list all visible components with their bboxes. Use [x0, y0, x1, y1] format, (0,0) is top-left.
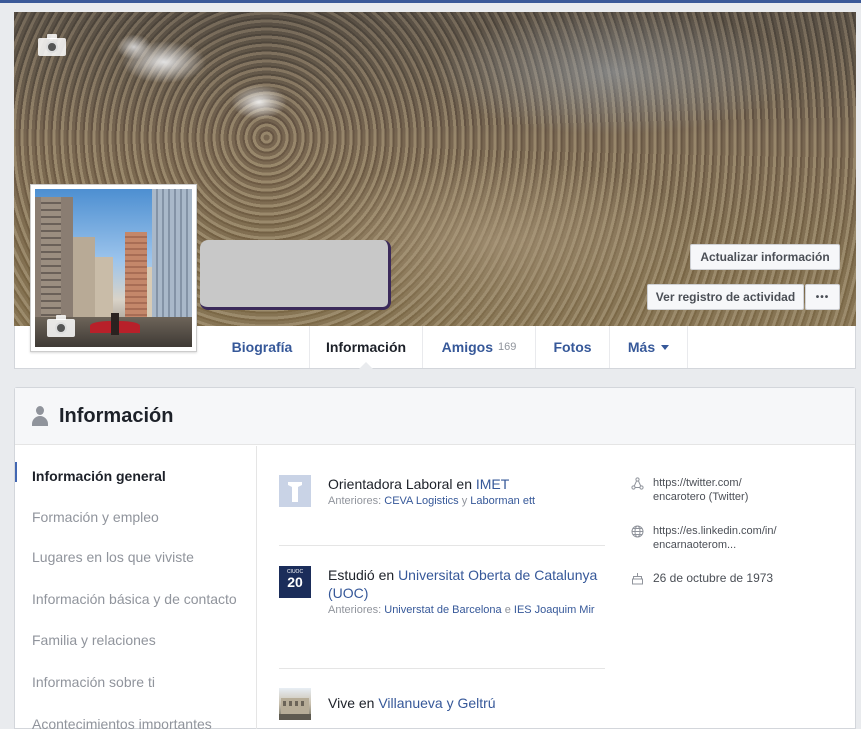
tab-more[interactable]: Más [610, 326, 688, 368]
profile-picture[interactable] [30, 184, 197, 352]
about-sections-nav: Información general Formación y empleo L… [15, 446, 257, 729]
section-family-relationships[interactable]: Familia y relaciones [32, 632, 156, 648]
education-prefix: Estudió en [328, 567, 399, 583]
divider [279, 545, 605, 546]
linkedin-url[interactable]: https://es.linkedin.com/in/ [653, 524, 843, 538]
about-panel: Información Información general Formació… [14, 387, 856, 729]
active-tab-indicator [359, 362, 373, 369]
work-prefix: Orientadora Laboral en [328, 476, 476, 492]
section-contact-basic-info[interactable]: Información básica y de contacto [32, 591, 237, 607]
lives-prefix: Vive en [328, 695, 379, 711]
tab-about-label: Información [325, 339, 407, 355]
city-photo-icon [279, 688, 311, 720]
tab-timeline-label: Biografía [231, 339, 293, 355]
panel-title: Información [59, 404, 174, 427]
previous-school-2-link[interactable]: IES Joaquim Mir [514, 604, 595, 616]
tab-friends[interactable]: Amigos 169 [423, 326, 536, 368]
education-previous-prefix: Anteriores: [328, 604, 385, 616]
friends-count: 169 [497, 341, 517, 353]
about-panel-header: Información [15, 388, 855, 445]
update-info-button[interactable]: Actualizar información [690, 244, 840, 270]
birthday-date: 26 de octubre de 1973 [653, 571, 774, 585]
education-previous-sep: e [501, 604, 514, 616]
section-work-education[interactable]: Formación y empleo [32, 509, 159, 525]
briefcase-icon [279, 475, 311, 507]
top-border [0, 0, 861, 3]
uoc-logo-icon: CIUOC 20 [279, 566, 311, 598]
tab-photos-label: Fotos [553, 339, 592, 355]
city-link[interactable]: Villanueva y Geltrú [378, 695, 495, 711]
share-icon [631, 477, 644, 490]
activity-log-button[interactable]: Ver registro de actividad [647, 284, 804, 310]
work-previous-sep: y [458, 495, 471, 507]
divider [279, 668, 605, 669]
previous-school-1-link[interactable]: Universtat de Barcelona [384, 604, 501, 616]
profile-name-redacted [200, 240, 391, 310]
tab-more-label: Más [627, 339, 656, 355]
twitter-url[interactable]: https://twitter.com/ [653, 476, 843, 490]
section-places-lived[interactable]: Lugares en los que viviste [32, 549, 194, 565]
twitter-suffix: (Twitter) [705, 491, 749, 503]
tab-friends-label: Amigos [441, 339, 493, 355]
section-overview[interactable]: Información general [32, 468, 166, 484]
more-options-button[interactable]: ••• [805, 284, 840, 310]
birthday-cake-icon [632, 573, 643, 585]
uoc-logo-num: 20 [287, 574, 303, 590]
tab-about[interactable]: Información [310, 326, 423, 369]
linkedin-handle[interactable]: encarnaoterom... [653, 538, 843, 552]
previous-employer-1-link[interactable]: CEVA Logistics [384, 495, 458, 507]
previous-employer-2-link[interactable]: Laborman ett [470, 495, 535, 507]
employer-link[interactable]: IMET [476, 476, 509, 492]
person-icon [31, 406, 49, 426]
active-section-indicator [15, 462, 17, 482]
avatar-camera-icon[interactable] [47, 315, 75, 337]
section-details-about[interactable]: Información sobre ti [32, 674, 155, 690]
tab-timeline[interactable]: Biografía [215, 326, 310, 368]
cover-camera-icon[interactable] [38, 34, 66, 56]
chevron-down-icon [661, 344, 670, 350]
twitter-handle[interactable]: encarotero [653, 491, 706, 503]
globe-icon [631, 525, 644, 538]
work-previous-prefix: Anteriores: [328, 495, 385, 507]
tab-photos[interactable]: Fotos [536, 326, 610, 368]
section-life-events[interactable]: Acontecimientos importantes [32, 716, 212, 729]
